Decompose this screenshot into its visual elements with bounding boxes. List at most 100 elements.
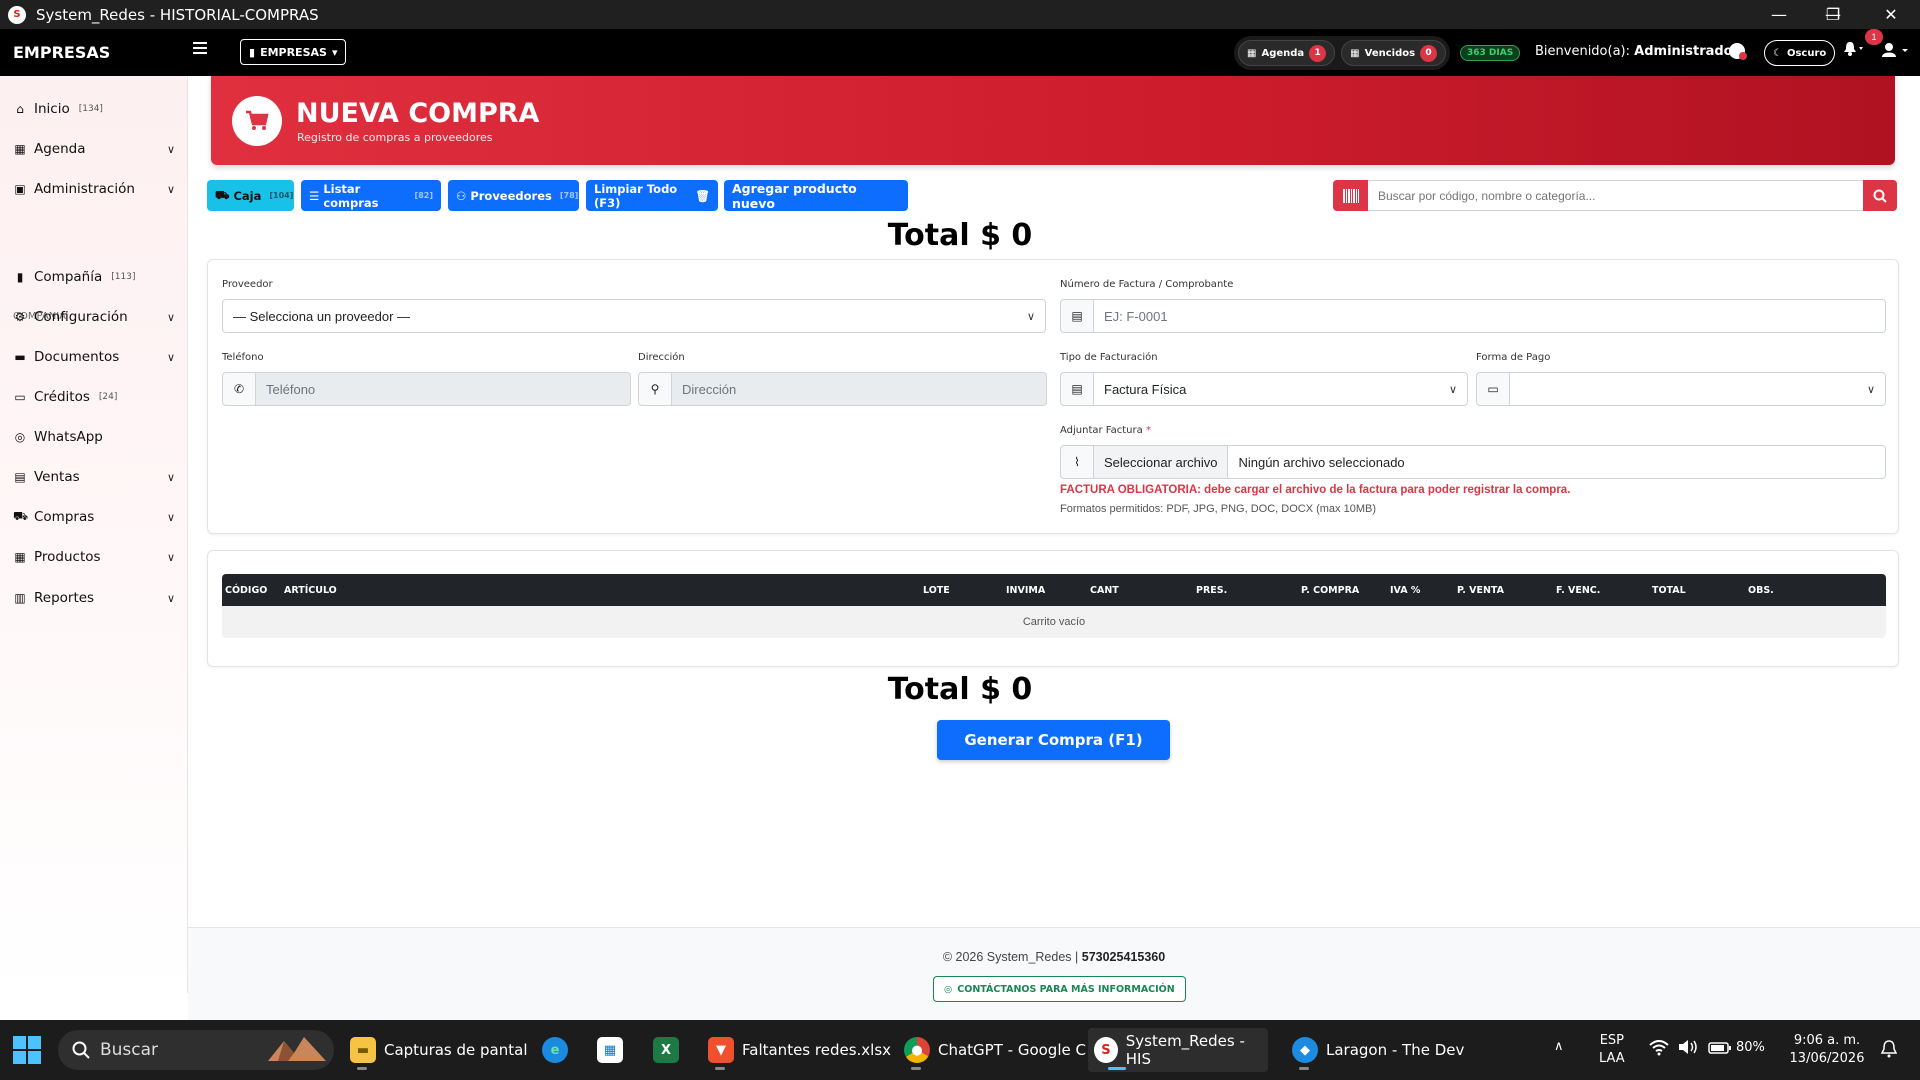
sidebar-item-creditos[interactable]: ▭ Créditos [24] bbox=[13, 386, 175, 408]
taskbar-search-box[interactable]: Buscar bbox=[58, 1030, 334, 1070]
taskbar-app-system-redes[interactable]: S System_Redes - HIS bbox=[1088, 1028, 1268, 1072]
sidebar-item-inicio[interactable]: ⌂ Inicio [134] bbox=[13, 98, 175, 120]
bell-icon[interactable] bbox=[1843, 41, 1865, 60]
building-icon: ▮ bbox=[16, 270, 24, 284]
column-header: LOTE bbox=[923, 585, 950, 596]
empty-cart-row: Carrito vacío bbox=[222, 606, 1886, 638]
sidebar-item-documentos[interactable]: ▬ Documentos ∨ bbox=[13, 346, 175, 368]
battery-indicator[interactable]: 80% bbox=[1708, 1039, 1765, 1057]
calendar-icon: ▦ bbox=[1247, 47, 1257, 59]
agenda-count-badge: 1 bbox=[1309, 44, 1327, 62]
select-file-button[interactable]: Seleccionar archivo bbox=[1094, 445, 1229, 479]
product-search-input[interactable] bbox=[1368, 180, 1863, 211]
app-logo-icon: S bbox=[8, 5, 26, 24]
volume-icon[interactable] bbox=[1678, 1039, 1698, 1061]
chevron-down-icon: ∨ bbox=[1448, 383, 1457, 396]
keyboard-layout: LAA bbox=[1599, 1051, 1625, 1066]
forma-pago-select[interactable]: ∨ bbox=[1510, 372, 1886, 406]
sidebar-item-whatsapp[interactable]: ◎ WhatsApp bbox=[13, 426, 175, 448]
hamburger-menu-icon[interactable] bbox=[193, 41, 207, 59]
language-indicator[interactable]: ESP LAA bbox=[1599, 1032, 1625, 1068]
folder-icon: ▬ bbox=[350, 1037, 376, 1063]
search-button[interactable] bbox=[1863, 180, 1897, 211]
taskbar-app-chrome[interactable]: ● ChatGPT - Google C bbox=[898, 1028, 1092, 1072]
chevron-up-icon[interactable]: ∧ bbox=[1554, 1038, 1564, 1056]
window-titlebar: S System_Redes - HISTORIAL-COMPRAS — bbox=[0, 0, 1920, 29]
sidebar-item-productos[interactable]: ▦ Productos ∨ bbox=[13, 546, 175, 568]
theme-toggle-button[interactable]: ☾ Oscuro bbox=[1764, 40, 1836, 66]
caja-button[interactable]: ⛟ Caja [104] bbox=[207, 180, 294, 211]
welcome-text: Bienvenido(a): Administrador bbox=[1535, 44, 1739, 59]
sidebar-item-agenda[interactable]: ▦ Agenda ∨ bbox=[13, 138, 175, 160]
taskbar-app-brave[interactable]: ▼ Faltantes redes.xlsx bbox=[702, 1028, 897, 1072]
limpiar-todo-button[interactable]: Limpiar Todo (F3) 🗑 bbox=[586, 180, 718, 211]
taskbar-app-explorer[interactable]: ▬ Capturas de pantal bbox=[344, 1028, 534, 1072]
restore-button[interactable]: ❐ bbox=[1810, 0, 1856, 29]
welcome-prefix: Bienvenido(a): bbox=[1535, 44, 1631, 59]
brand-title[interactable]: EMPRESAS bbox=[13, 43, 110, 62]
generar-compra-button[interactable]: Generar Compra (F1) bbox=[937, 720, 1170, 760]
paperclip-icon: ⌇ bbox=[1060, 445, 1094, 479]
sidebar-item-label: WhatsApp bbox=[34, 429, 103, 445]
settings-status-icon[interactable] bbox=[1727, 41, 1749, 66]
user-menu-icon[interactable] bbox=[1881, 42, 1911, 61]
users-icon: ⚇ bbox=[456, 188, 467, 203]
taskbar-app-laragon[interactable]: ◆ Laragon - The Dev bbox=[1286, 1028, 1470, 1072]
taskbar-app-store[interactable]: ▦ bbox=[591, 1028, 629, 1072]
barcode-icon[interactable] bbox=[1333, 180, 1368, 211]
proveedores-button[interactable]: ⚇ Proveedores [78] bbox=[448, 180, 579, 211]
excel-icon: X bbox=[653, 1037, 679, 1063]
taskbar-app-excel[interactable]: X bbox=[647, 1028, 685, 1072]
notification-center-icon[interactable] bbox=[1880, 1040, 1898, 1064]
copyright-text: © 2026 System_Redes | 573025415360 bbox=[188, 950, 1920, 964]
sidebar-item-reportes[interactable]: ▥ Reportes ∨ bbox=[13, 587, 175, 609]
factura-input[interactable]: EJ: F-0001 bbox=[1094, 299, 1886, 333]
adjuntar-label: Adjuntar Factura * bbox=[1060, 425, 1151, 436]
sidebar-item-label: Reportes bbox=[34, 590, 95, 606]
list-icon: ☰ bbox=[309, 188, 320, 203]
column-header: IVA % bbox=[1390, 585, 1421, 596]
column-header: TOTAL bbox=[1652, 585, 1686, 596]
caret-down-icon: ▾ bbox=[331, 45, 338, 59]
windows-start-icon[interactable] bbox=[13, 1036, 41, 1067]
sidebar-item-compania[interactable]: ▮ Compañía [113] bbox=[13, 266, 175, 288]
adjuntar-label-text: Adjuntar Factura bbox=[1060, 425, 1143, 436]
agregar-producto-button[interactable]: Agregar producto nuevo bbox=[724, 180, 908, 211]
trash-icon: 🗑 bbox=[695, 188, 710, 203]
brave-icon: ▼ bbox=[708, 1037, 734, 1063]
cash-register-icon: ▤ bbox=[14, 470, 26, 484]
close-window-button[interactable]: ✕ bbox=[1868, 0, 1914, 29]
empresas-dropdown-button[interactable]: ▮ EMPRESAS ▾ bbox=[240, 39, 347, 65]
proveedor-select[interactable]: — Selecciona un proveedor — ∨ bbox=[222, 299, 1046, 333]
taskbar-app-edge[interactable]: e bbox=[536, 1028, 574, 1072]
tipo-facturacion-select[interactable]: Factura Física ∨ bbox=[1094, 372, 1468, 406]
limpiar-label: Limpiar Todo (F3) bbox=[594, 181, 678, 210]
search-icon bbox=[72, 1041, 90, 1059]
window-title: System_Redes - HISTORIAL-COMPRAS bbox=[36, 5, 319, 24]
chrome-icon: ● bbox=[904, 1037, 930, 1063]
column-header: CÓDIGO bbox=[225, 585, 268, 596]
whatsapp-icon: ◎ bbox=[14, 430, 26, 444]
chevron-down-icon: ∨ bbox=[166, 470, 175, 484]
clock[interactable]: 9:06 a. m. 13/06/2026 bbox=[1782, 1032, 1872, 1068]
page-footer: © 2026 System_Redes | 573025415360 ◎ CON… bbox=[188, 927, 1920, 1020]
search-highlight-icon bbox=[266, 1033, 328, 1068]
minimize-button[interactable]: — bbox=[1756, 0, 1802, 29]
sidebar-item-compras[interactable]: ⛟ Compras ∨ bbox=[13, 506, 175, 528]
wifi-icon[interactable] bbox=[1649, 1040, 1669, 1062]
direccion-label: Dirección bbox=[638, 352, 685, 363]
column-header: CANT bbox=[1090, 585, 1119, 596]
id-card-icon: ▣ bbox=[14, 182, 26, 196]
moon-icon: ☾ bbox=[1773, 47, 1782, 59]
agenda-pill[interactable]: ▦ Agenda 1 bbox=[1238, 40, 1336, 66]
sidebar-item-ventas[interactable]: ▤ Ventas ∨ bbox=[13, 466, 175, 488]
factura-label: Número de Factura / Comprobante bbox=[1060, 279, 1234, 290]
listar-compras-button[interactable]: ☰ Listar compras [82] bbox=[301, 180, 441, 211]
sidebar-item-administracion[interactable]: ▣ Administración ∨ bbox=[13, 178, 175, 200]
file-text-icon: ▤ bbox=[1060, 372, 1094, 406]
telefono-input[interactable]: Teléfono bbox=[256, 372, 631, 406]
sidebar-item-configuracion[interactable]: ⚙ Configuración ∨ bbox=[13, 306, 175, 328]
direccion-input[interactable]: Dirección bbox=[672, 372, 1047, 406]
vencidos-pill[interactable]: ▦ Vencidos 0 bbox=[1341, 40, 1447, 66]
contact-button[interactable]: ◎ CONTÁCTANOS PARA MÁS INFORMACIÓN bbox=[933, 976, 1186, 1002]
